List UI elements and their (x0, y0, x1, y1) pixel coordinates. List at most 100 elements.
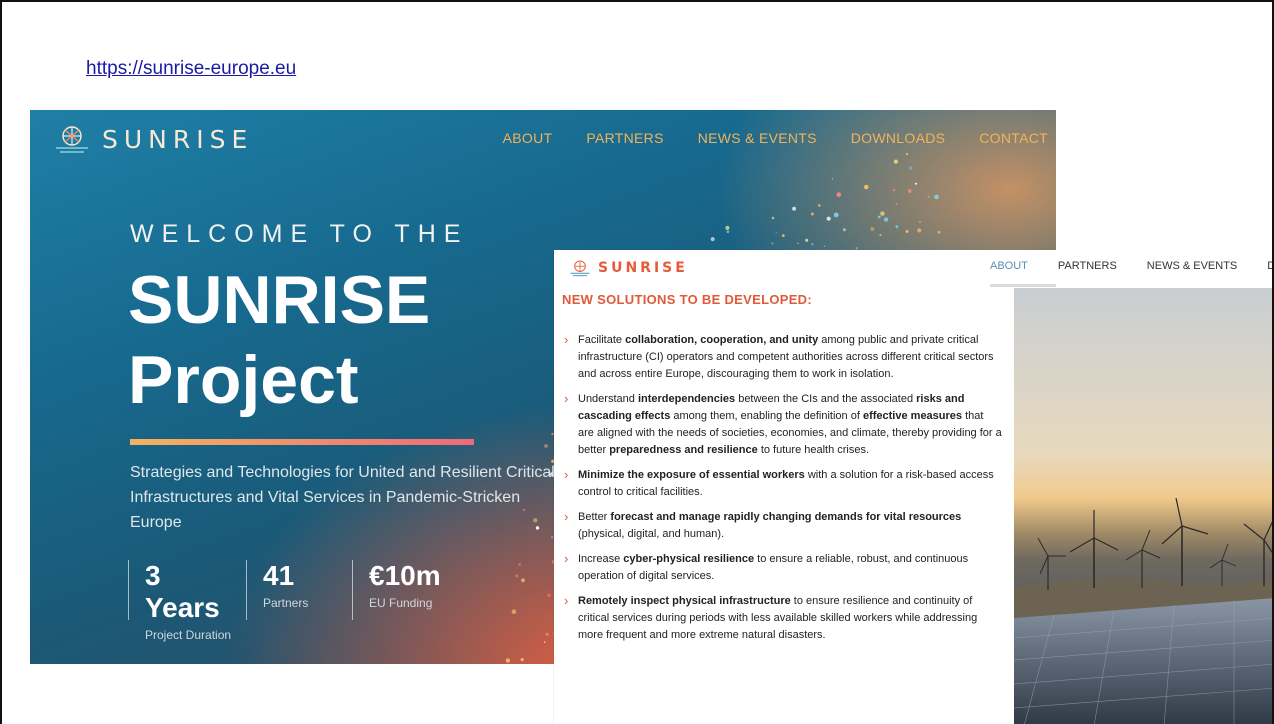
about-logo[interactable]: SUNRISE (568, 258, 688, 278)
particle-dot (892, 188, 896, 192)
particle-dot (908, 189, 912, 193)
hero-nav: ABOUT PARTNERS NEWS & EVENTS DOWNLOADS C… (503, 130, 1048, 146)
hero-title-line1: SUNRISE (128, 262, 431, 338)
solution-text: Increase (578, 553, 624, 565)
solution-highlight: Remotely inspect physical infrastructure (578, 595, 791, 607)
solution-highlight: forecast and manage rapidly changing dem… (610, 511, 962, 523)
particle-dot (771, 216, 775, 220)
wind-turbines-illustration (1014, 497, 1272, 724)
solution-text: between the CIs and the associated (735, 393, 917, 405)
particle-dot (826, 216, 831, 221)
particle-dot (855, 247, 858, 250)
stat-value: 3 Years (145, 560, 220, 623)
particle-dot (909, 166, 913, 170)
hero-nav-news-events[interactable]: NEWS & EVENTS (698, 130, 817, 146)
particle-dot (905, 153, 909, 156)
hero-subtitle: Strategies and Technologies for United a… (130, 464, 555, 531)
particle-dot (917, 228, 922, 233)
solution-highlight: preparedness and resilience (609, 444, 758, 456)
particle-dot (937, 230, 941, 234)
stat-duration: 3 Years Project Duration (128, 560, 246, 642)
solution-text: Facilitate (578, 334, 626, 346)
solution-highlight: interdependencies (637, 393, 736, 405)
stat-label: EU Funding (369, 596, 433, 610)
particle-dot (905, 230, 909, 233)
particle-dot (836, 192, 842, 197)
particle-dot (781, 234, 785, 237)
particle-dot (842, 228, 846, 232)
solution-item: Facilitate collaboration, cooperation, a… (562, 331, 1002, 383)
particle-dot (775, 232, 777, 234)
solution-item: Minimize the exposure of essential worke… (562, 466, 1002, 501)
hero-nav-partners[interactable]: PARTNERS (586, 130, 663, 146)
stat-value: €10m (369, 560, 441, 591)
stat-value: 41 (263, 560, 295, 591)
particle-dot (919, 221, 921, 223)
sunrise-logo-icon (570, 260, 590, 277)
particle-dot (883, 217, 889, 222)
slide: https://sunrise-europe.eu SUNRISE ABOUT … (0, 0, 1274, 724)
hero-welcome: WELCOME TO THE (130, 220, 469, 248)
particle-dot (710, 237, 715, 242)
solution-item: Understand interdependencies between the… (562, 390, 1002, 459)
wind-solar-photo (1014, 288, 1272, 724)
hero-title-line2: Project (128, 342, 359, 418)
particle-dot (878, 215, 881, 219)
hero-accent-bar (130, 439, 474, 445)
particle-dot (879, 233, 882, 237)
particle-dot (927, 195, 930, 198)
solution-highlight: cyber-physical resilience (623, 553, 755, 565)
solution-highlight: Minimize the exposure of essential worke… (578, 469, 805, 481)
solution-highlight: collaboration, cooperation, and unity (625, 334, 819, 346)
about-nav-news-events[interactable]: NEWS & EVENTS (1147, 260, 1237, 272)
stat-partners: 41 Partners (246, 560, 352, 620)
particle-dot (547, 593, 551, 598)
solution-text: Better (578, 511, 611, 523)
stat-label: Partners (263, 596, 309, 610)
particle-dot (893, 159, 899, 164)
hero-logo[interactable]: SUNRISE (52, 122, 253, 156)
particle-dot (550, 535, 554, 539)
solution-highlight: effective measures (862, 410, 963, 422)
stat-funding: €10m EU Funding (352, 560, 482, 620)
particle-dot (544, 444, 548, 448)
particle-dot (810, 212, 814, 216)
particle-dot (543, 641, 546, 643)
about-nav-partners[interactable]: PARTNERS (1058, 260, 1117, 272)
sunrise-logo-icon (56, 126, 88, 153)
particle-dot (864, 184, 869, 190)
active-nav-indicator (990, 284, 1056, 287)
particle-dot (520, 658, 524, 662)
particle-dot (792, 206, 797, 211)
stat-label: Project Duration (145, 628, 232, 642)
solution-text: (physical, digital, and human). (578, 528, 725, 540)
about-nav: ABOUT PARTNERS NEWS & EVENTS D (990, 260, 1272, 272)
particle-dot (895, 225, 899, 229)
particle-dot (771, 242, 774, 245)
solution-text: among them, enabling the definition of (670, 410, 863, 422)
particle-dot (726, 230, 730, 234)
hero-nav-about[interactable]: ABOUT (503, 130, 553, 146)
solution-item: Remotely inspect physical infrastructure… (562, 592, 1002, 644)
hero-title: SUNRISE Project (128, 260, 430, 420)
hero-nav-downloads[interactable]: DOWNLOADS (851, 130, 946, 146)
particle-dot (811, 243, 814, 246)
solution-text: to future health crises. (757, 444, 870, 456)
particle-dot (818, 204, 821, 207)
particle-dot (833, 212, 839, 218)
particle-dot (805, 238, 809, 242)
solutions-list: Facilitate collaboration, cooperation, a… (562, 331, 1002, 652)
about-nav-truncated[interactable]: D (1267, 260, 1272, 272)
particle-dot (518, 563, 522, 566)
particle-dot (870, 227, 875, 231)
about-page-screenshot: SUNRISE ABOUT PARTNERS NEWS & EVENTS D N… (554, 250, 1272, 724)
particle-dot (914, 182, 917, 185)
about-nav-about[interactable]: ABOUT (990, 260, 1028, 272)
about-header: SUNRISE ABOUT PARTNERS NEWS & EVENTS D (554, 250, 1272, 287)
hero-nav-contact[interactable]: CONTACT (979, 130, 1048, 146)
website-link[interactable]: https://sunrise-europe.eu (86, 58, 296, 80)
particle-dot (895, 203, 898, 206)
particle-dot (520, 578, 526, 583)
particle-dot (824, 245, 826, 247)
particle-dot (797, 242, 799, 244)
